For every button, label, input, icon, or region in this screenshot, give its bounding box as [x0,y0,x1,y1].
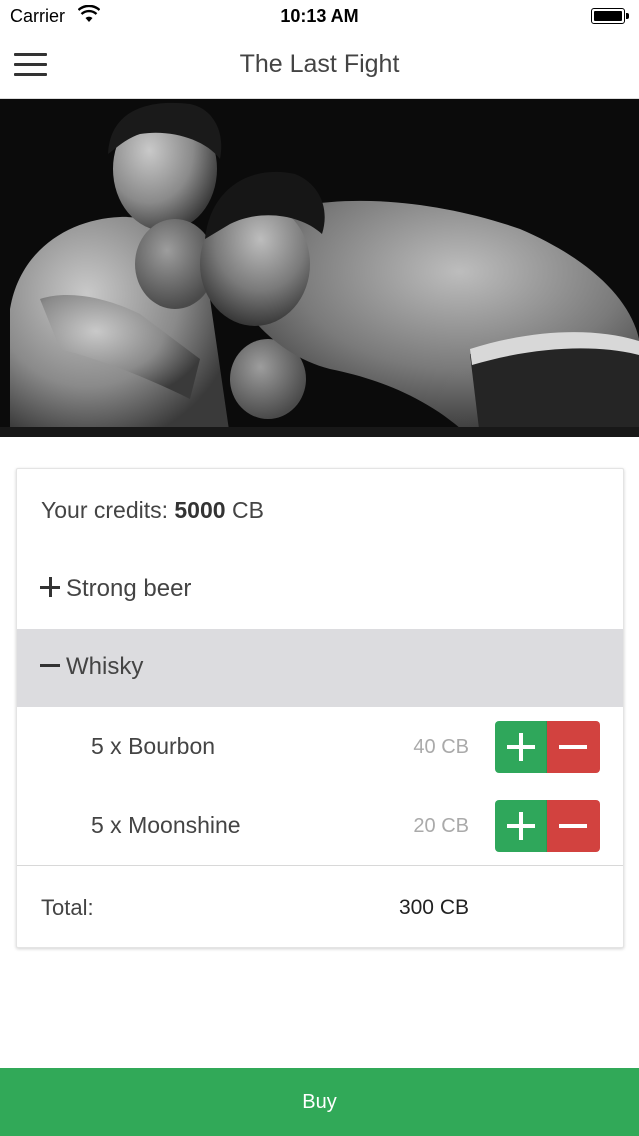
status-time: 10:13 AM [280,6,359,26]
total-value: 300 CB [398,896,469,919]
battery-icon [591,8,629,24]
page-title: The Last Fight [239,50,400,78]
credits-value: 5000 [174,497,226,523]
category-whisky[interactable]: Whisky [17,629,623,707]
quantity-stepper [495,721,600,773]
list-item: 5 x Bourbon 40 CB [17,709,623,787]
category-strong-beer[interactable]: Strong beer [17,551,623,629]
add-button[interactable] [495,800,547,852]
boxing-photo [0,99,639,437]
plus-icon [40,577,62,599]
credits-text: Your credits: 5000 CB [41,497,264,524]
remove-button[interactable] [547,800,600,852]
buy-button[interactable]: Buy [0,1068,639,1136]
item-price: 40 CB [413,736,469,758]
category-label: Strong beer [66,575,192,602]
minus-icon [559,745,587,749]
item-price: 20 CB [413,815,469,837]
quantity-stepper [495,800,600,852]
order-card: Your credits: 5000 CB Strong beer Whisky… [16,468,624,948]
nav-header: The Last Fight [0,32,639,99]
status-bar: Carrier 10:13 AM [0,0,639,32]
minus-icon [559,824,587,828]
hero-image [0,99,639,437]
credits-unit: CB [225,497,264,523]
minus-icon [40,655,62,677]
add-button[interactable] [495,721,547,773]
total-label: Total: [41,895,94,920]
divider [17,865,623,866]
credits-prefix: Your credits: [41,497,175,523]
list-item: 5 x Moonshine 20 CB [17,788,623,866]
remove-button[interactable] [547,721,600,773]
item-name: 5 x Moonshine [91,812,241,838]
category-label: Whisky [66,653,144,680]
item-name: 5 x Bourbon [91,733,216,759]
